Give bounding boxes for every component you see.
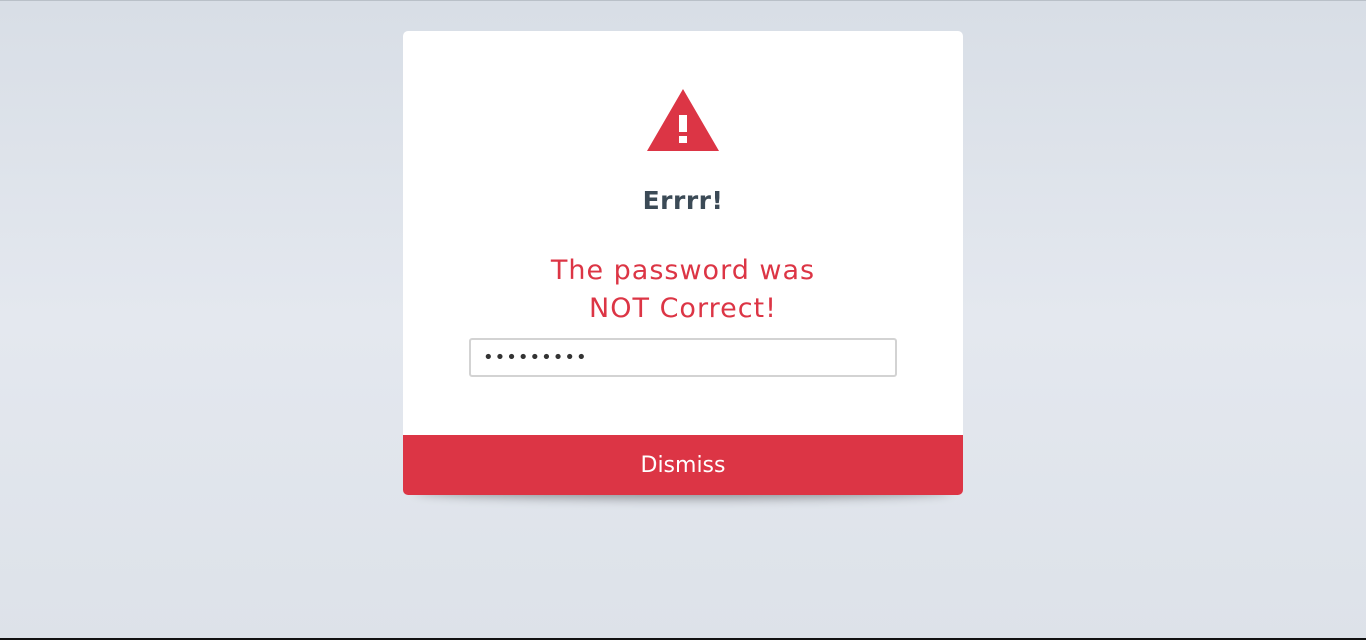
error-message-line-2: NOT Correct! (589, 293, 777, 324)
dialog-title: Errrr! (642, 186, 724, 215)
error-message: The password was NOT Correct! (403, 252, 963, 328)
password-input[interactable] (469, 338, 897, 377)
dismiss-button[interactable]: Dismiss (403, 435, 963, 495)
error-dialog: Errrr! The password was NOT Correct! Dis… (403, 31, 963, 495)
error-message-line-1: The password was (550, 255, 816, 286)
warning-triangle-icon (646, 88, 720, 152)
